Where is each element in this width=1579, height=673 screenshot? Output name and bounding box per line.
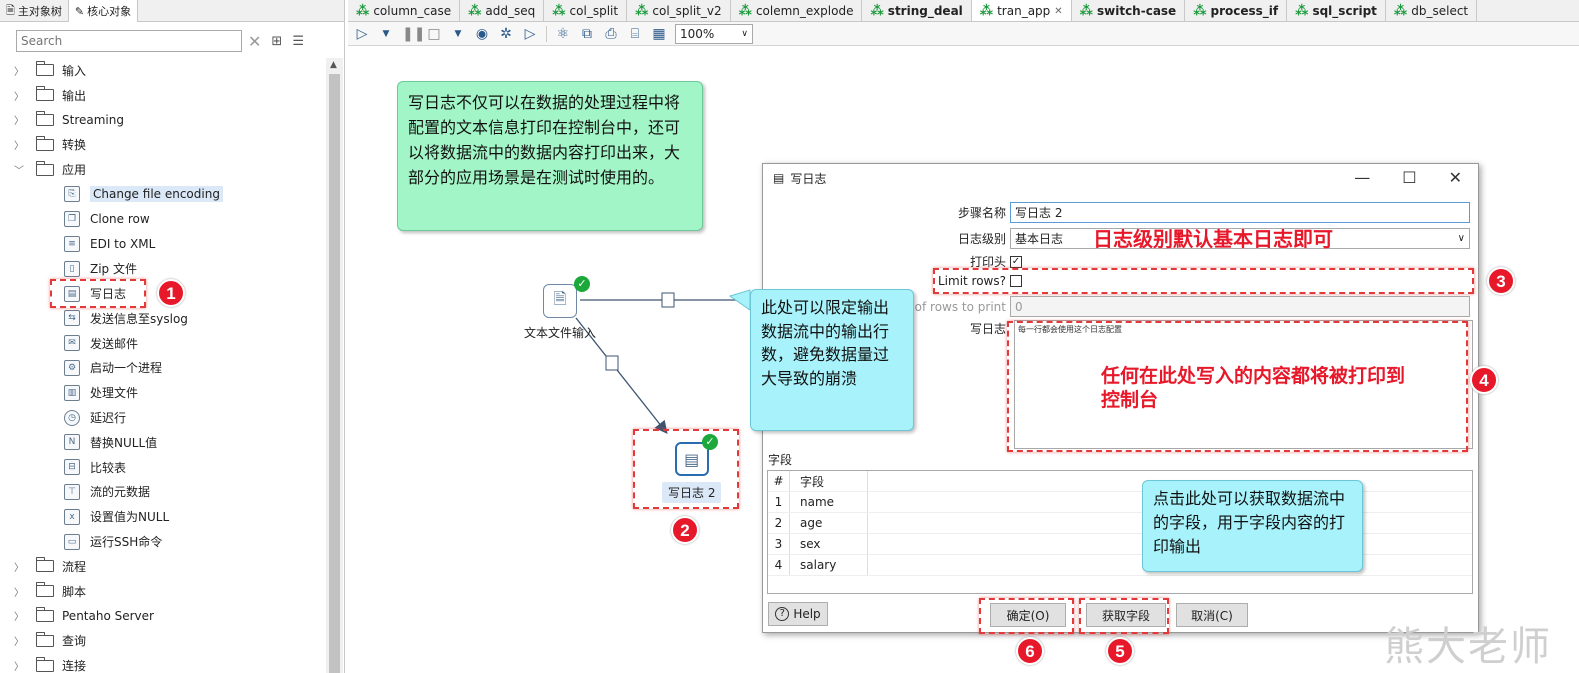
cancel-button[interactable]: 取消(C) xyxy=(1176,603,1248,627)
table-row[interactable]: 3 sex xyxy=(768,534,1472,555)
highlight-write-log-step xyxy=(633,429,739,509)
badge-3: 3 xyxy=(1487,267,1515,295)
table-row[interactable]: 2 age xyxy=(768,513,1472,534)
help-icon: ? xyxy=(775,607,790,621)
minimize-icon[interactable]: — xyxy=(1354,168,1370,187)
annotation-log-level: 日志级别默认基本日志即可 xyxy=(1093,227,1333,251)
fields-table[interactable]: # 字段 1 name 2 age 3 sex 4 salary xyxy=(767,470,1473,594)
step-text-file-input[interactable]: 🗎 ✓ 文本文件输入 xyxy=(524,276,596,341)
close-icon[interactable]: ✕ xyxy=(1449,168,1462,187)
table-row[interactable]: 4 salary xyxy=(768,555,1472,576)
rows-to-print-input[interactable]: 0 xyxy=(1010,296,1470,317)
text-file-input-icon: 🗎 xyxy=(543,284,577,318)
step-name-input[interactable]: 写日志 2 xyxy=(1010,202,1470,223)
highlight-ok-button xyxy=(979,598,1074,634)
chevron-down-icon: ∨ xyxy=(1457,233,1465,244)
hop-copy-icon xyxy=(661,292,675,308)
fields-label: 字段 xyxy=(768,453,793,467)
note-write-log-description[interactable]: 写日志不仅可以在数据的处理过程中将配置的文本信息打印在控制台中，还可以将数据流中… xyxy=(397,81,703,231)
table-row[interactable]: 1 name xyxy=(768,492,1472,513)
window-controls: — ☐ ✕ xyxy=(1354,168,1462,187)
hop-copy-icon xyxy=(605,355,619,371)
highlight-get-fields-button xyxy=(1079,598,1169,634)
step-name-row: 步骤名称 写日志 2 xyxy=(762,202,1470,223)
badge-2: 2 xyxy=(671,516,699,544)
note-get-fields[interactable]: 点击此处可以获取数据流中的字段，用于字段内容的打印输出 xyxy=(1142,480,1363,572)
badge-4: 4 xyxy=(1470,366,1498,394)
check-icon: ✓ xyxy=(574,276,590,292)
highlight-write-log-textarea xyxy=(1007,321,1468,452)
maximize-icon[interactable]: ☐ xyxy=(1402,168,1416,187)
watermark: 熊大老师 xyxy=(1384,624,1552,670)
write-log-icon: ▤ xyxy=(773,171,785,185)
badge-5: 5 xyxy=(1106,637,1134,665)
table-header: # 字段 xyxy=(768,471,1472,492)
badge-6: 6 xyxy=(1016,637,1044,665)
print-header-checkbox[interactable]: ✓ xyxy=(1010,255,1022,268)
help-button[interactable]: ? Help xyxy=(768,602,828,626)
note-limit-rows[interactable]: 此处可以限定输出数据流中的输出行数，避免数据量过大导致的崩溃 xyxy=(750,289,914,431)
highlight-limit-rows xyxy=(933,268,1474,294)
